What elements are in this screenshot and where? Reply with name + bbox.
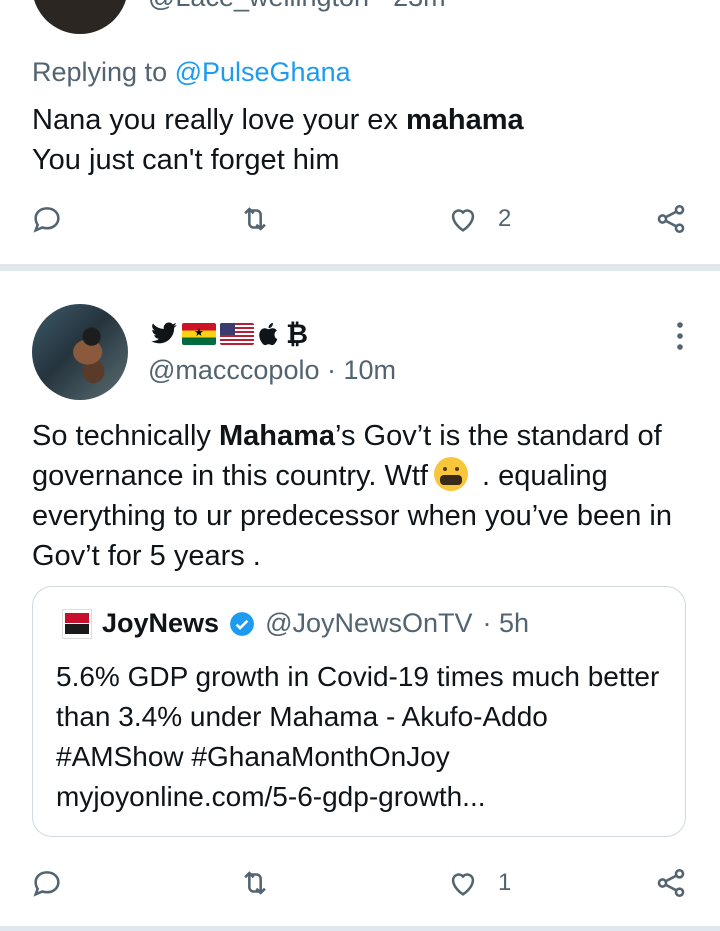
reply-button[interactable]: [30, 202, 64, 236]
tweet-text: So technically Mahama’s Gov’t is the sta…: [32, 416, 692, 576]
share-button[interactable]: [654, 866, 688, 900]
tweet-text: Nana you really love your ex mahama You …: [32, 100, 524, 180]
share-button[interactable]: [654, 202, 688, 236]
replying-to-prefix: Replying to: [32, 57, 168, 87]
display-name[interactable]: ★ ₿: [150, 316, 308, 352]
tweet-text-bold: mahama: [405, 104, 524, 136]
heart-icon: [451, 209, 475, 232]
share-icon: [657, 868, 685, 898]
heart-icon: [451, 873, 475, 896]
retweet-icon: [244, 207, 266, 231]
like-count: 2: [498, 205, 512, 232]
reply-button[interactable]: [30, 866, 64, 900]
tweet-text-line1: Nana you really love your ex: [32, 104, 406, 136]
retweet-button[interactable]: [238, 866, 272, 900]
tweet-handle[interactable]: @macccopolo: [148, 355, 319, 385]
tweet-text-bold: Mahama: [219, 420, 336, 452]
replying-to-handle[interactable]: @PulseGhana: [175, 57, 351, 87]
quote-handle: @JoyNewsOnTV: [265, 608, 473, 638]
avatar[interactable]: [32, 0, 128, 34]
quote-author-name: JoyNews: [102, 608, 220, 638]
apple-icon: [259, 322, 278, 346]
more-options-icon[interactable]: [676, 320, 684, 352]
bitcoin-icon: ₿: [286, 318, 309, 349]
tweet-handle-time: @Lace_wellington · 23m: [148, 0, 446, 13]
retweet-button[interactable]: [238, 202, 272, 236]
tweet-time[interactable]: · 10m: [327, 355, 396, 385]
tweet-text-part: So technically: [32, 420, 219, 452]
quote-text: 5.6% GDP growth in Covid-19 times much b…: [56, 661, 660, 812]
share-icon: [657, 204, 685, 234]
reply-icon: [33, 207, 60, 233]
tweet-handle-time: @macccopolo · 10m: [148, 355, 396, 386]
replying-to-line: Replying to @PulseGhana: [32, 57, 351, 88]
face-with-symbols-emoji-icon: [433, 457, 468, 491]
tweet-time[interactable]: · 23m: [377, 0, 446, 12]
twitter-bird-icon: [151, 322, 177, 344]
ghana-flag-icon: ★: [182, 323, 216, 345]
divider: [0, 926, 720, 931]
us-flag-icon: [220, 323, 254, 345]
avatar[interactable]: [32, 304, 128, 400]
verified-badge-icon: [230, 611, 254, 636]
tweet-handle[interactable]: @Lace_wellington: [148, 0, 369, 12]
like-count: 1: [498, 869, 512, 896]
tweet-text-line2: You just can't forget him: [32, 144, 340, 176]
retweet-icon: [244, 871, 266, 895]
like-button[interactable]: 2: [446, 202, 511, 236]
quote-time: · 5h: [482, 608, 530, 638]
quote-header: JoyNews @JoyNewsOnTV · 5h: [62, 608, 529, 639]
like-button[interactable]: 1: [446, 866, 511, 900]
divider: [0, 264, 720, 271]
joynews-logo-icon: [62, 608, 92, 639]
reply-icon: [33, 871, 60, 897]
